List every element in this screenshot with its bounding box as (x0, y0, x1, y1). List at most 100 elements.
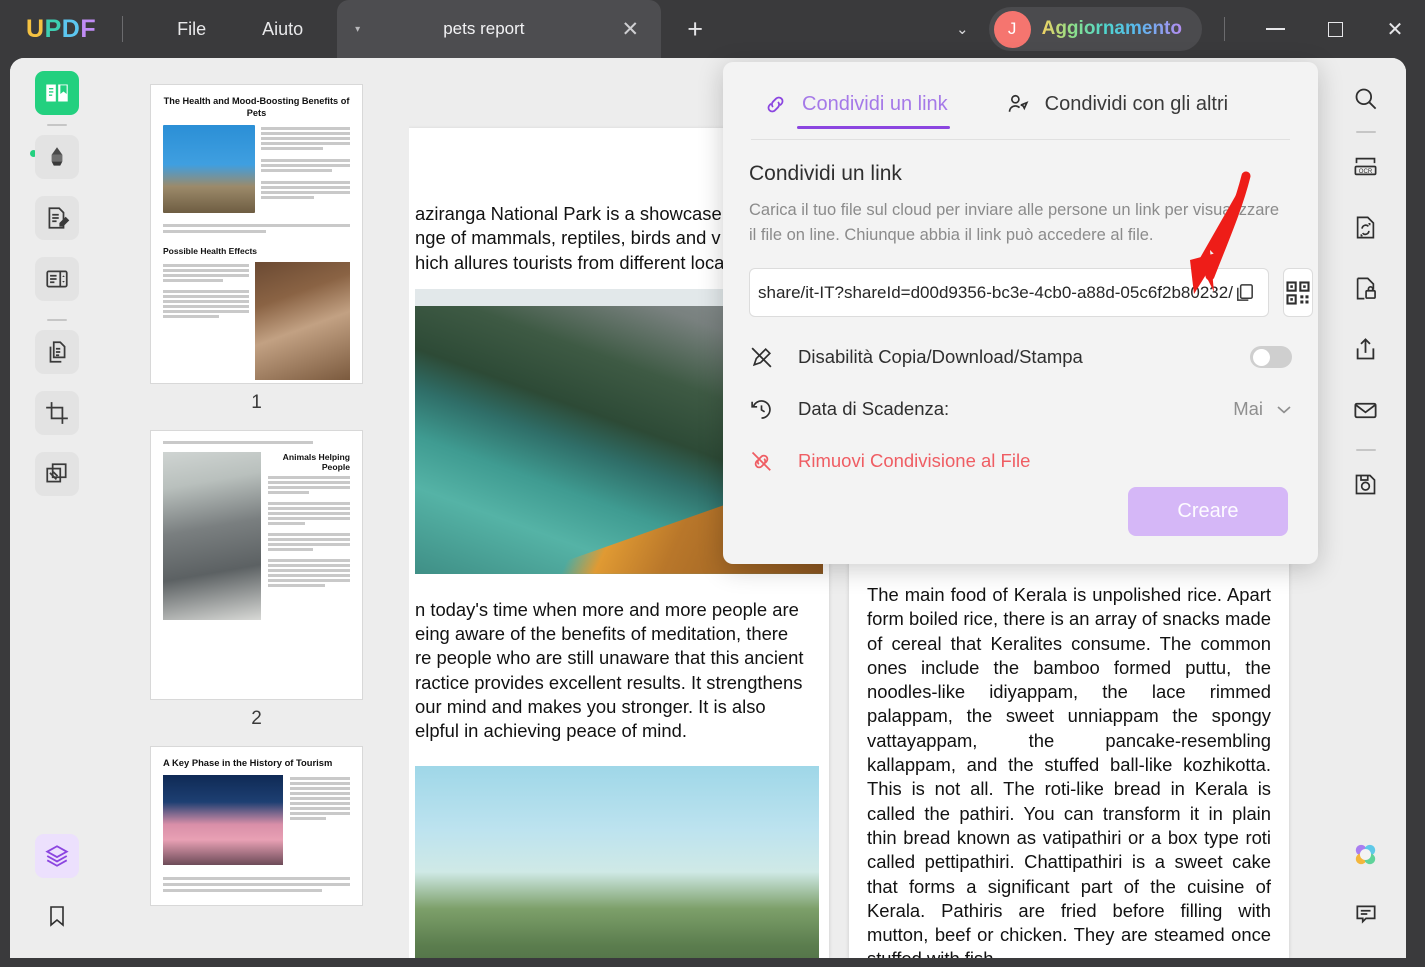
thumbnail-panel[interactable]: The Health and Mood-Boosting Benefits of… (104, 58, 409, 958)
tool-comments[interactable] (1344, 892, 1388, 936)
qr-code-button[interactable] (1282, 268, 1313, 317)
remove-sharing-row[interactable]: Rimuovi Condivisione al File (723, 435, 1318, 487)
qr-code-icon (1286, 280, 1310, 305)
thumbnail-image-grey-cat (163, 452, 261, 620)
broken-link-icon (751, 451, 771, 471)
tab-share-with-others-label: Condividi con gli altri (1044, 93, 1229, 115)
updf-window: U P D F File Aiuto ▾ pets report ✕ + ⌄ J… (0, 0, 1425, 967)
new-tab-button[interactable]: + (677, 15, 713, 43)
share-url-input[interactable]: /share/it-IT?shareId=d00d9356-bc3e-4cb0-… (749, 268, 1269, 317)
maximize-button[interactable] (1305, 0, 1365, 58)
thumbnail-subhead: Possible Health Effects (163, 246, 258, 256)
thumbnail-page-2[interactable]: Animals Helping People (150, 430, 363, 700)
updf-logo[interactable]: U P D F (26, 15, 96, 44)
expiry-date-value: Mai (1233, 398, 1263, 419)
thumbnail-text-block (261, 125, 350, 213)
window-controls-divider (1224, 17, 1225, 41)
tab-share-with-others[interactable]: Condividi con gli altri (1006, 92, 1228, 129)
lock-document-icon (1356, 277, 1376, 299)
rail-separator (47, 124, 67, 126)
thumbnail-number-1: 1 (251, 392, 262, 413)
highlighter-icon (51, 147, 63, 166)
share-url-row: /share/it-IT?shareId=d00d9356-bc3e-4cb0-… (723, 248, 1318, 317)
tool-share[interactable] (1344, 327, 1388, 371)
sidebar-item-layers[interactable] (35, 834, 79, 878)
chevron-down-icon (1277, 405, 1291, 414)
tab-close-icon[interactable]: ✕ (622, 19, 640, 40)
sidebar-item-reader[interactable] (35, 71, 79, 115)
sidebar-item-organize[interactable] (35, 257, 79, 301)
expiry-date-row[interactable]: Data di Scadenza: Mai (723, 383, 1318, 435)
update-label: Aggiornamento (1041, 18, 1182, 39)
logo-letter-f: F (80, 14, 97, 43)
toggle-knob (1253, 348, 1270, 366)
chevron-down-icon[interactable]: ⌄ (936, 20, 989, 38)
sidebar-item-bookmark[interactable] (35, 894, 79, 938)
menu-file[interactable]: File (149, 0, 234, 58)
thumbnail-page-1[interactable]: The Health and Mood-Boosting Benefits of… (150, 84, 363, 384)
tool-search[interactable] (1344, 76, 1388, 120)
page-text-bottom: n today's time when more and more people… (415, 598, 804, 742)
minimize-button[interactable] (1245, 0, 1305, 58)
tab-share-link[interactable]: Condividi un link (763, 92, 950, 129)
stack-pages-icon (46, 463, 67, 483)
tool-ocr[interactable]: OCR (1344, 144, 1388, 188)
avatar[interactable]: J (993, 10, 1031, 48)
create-button[interactable]: Creare (1128, 487, 1288, 536)
right-rail-separator-2 (1355, 449, 1376, 451)
sidebar-item-crop[interactable] (35, 391, 79, 435)
comment-bubble-icon (1355, 905, 1376, 924)
menu-aiuto[interactable]: Aiuto (234, 0, 331, 58)
sidebar-item-convert[interactable] (35, 330, 79, 374)
thumbnail-page-3[interactable]: A Key Phase in the History of Tourism (150, 746, 363, 906)
dialog-heading: Condividi un link (749, 162, 902, 185)
logo-letter-d: D (61, 14, 81, 43)
expiry-date-label: Data di Scadenza: (798, 398, 950, 419)
thumbnail-title: The Health and Mood-Boosting Benefits of… (163, 96, 350, 118)
sidebar-item-annotate[interactable] (35, 135, 79, 179)
tool-convert[interactable] (1344, 205, 1388, 249)
thumbnail-image-cat (163, 125, 255, 213)
sidebar-item-batch[interactable] (35, 452, 79, 496)
envelope-icon (1354, 402, 1377, 418)
svg-text:OCR: OCR (1359, 168, 1373, 174)
thumbnail-image-havana (163, 775, 283, 865)
save-disk-icon (1355, 474, 1376, 494)
share-dialog-tabs: Condividi un link Condividi con gli altr… (723, 62, 1318, 129)
left-toolbar (10, 58, 104, 958)
disable-copy-label: Disabilità Copia/Download/Stampa (798, 346, 1083, 367)
pages-organize-icon (46, 270, 68, 288)
sidebar-item-edit[interactable] (35, 196, 79, 240)
logo-letter-p: P (44, 14, 62, 43)
crop-icon (46, 402, 68, 424)
document-copy-icon (49, 341, 66, 363)
title-divider (122, 16, 124, 42)
tool-save[interactable] (1344, 462, 1388, 506)
logo-letter-u: U (26, 14, 45, 43)
convert-file-icon (1356, 216, 1375, 238)
expiry-date-select[interactable]: Mai (1233, 398, 1292, 420)
disable-copy-row[interactable]: Disabilità Copia/Download/Stampa (723, 331, 1318, 383)
no-edit-icon (751, 346, 772, 368)
update-button[interactable]: J Aggiornamento (988, 7, 1202, 51)
close-button[interactable]: ✕ (1365, 0, 1425, 58)
right-toolbar: OCR (1325, 58, 1406, 958)
history-clock-icon (751, 399, 771, 419)
tool-ai-assistant[interactable] (1344, 832, 1388, 876)
minimize-icon (1265, 28, 1285, 30)
tool-protect[interactable] (1344, 266, 1388, 310)
title-bar: U P D F File Aiuto ▾ pets report ✕ + ⌄ J… (0, 0, 1425, 58)
thumbnail-title-3: A Key Phase in the History of Tourism (163, 757, 333, 768)
share-dialog[interactable]: Condividi un link Condividi con gli altr… (723, 62, 1318, 564)
thumbnail-number-2: 2 (251, 708, 262, 729)
layers-icon (45, 845, 69, 867)
tool-email[interactable] (1344, 388, 1388, 432)
ocr-icon: OCR (1354, 157, 1377, 175)
remove-sharing-label: Rimuovi Condivisione al File (798, 450, 1031, 471)
bookmark-icon (50, 906, 64, 927)
disable-copy-toggle[interactable] (1250, 346, 1292, 368)
share-url-value: /share/it-IT?shareId=d00d9356-bc3e-4cb0-… (758, 282, 1233, 302)
person-share-icon (1008, 94, 1029, 112)
copy-icon[interactable] (1233, 281, 1256, 304)
document-tab[interactable]: ▾ pets report ✕ (337, 0, 662, 58)
